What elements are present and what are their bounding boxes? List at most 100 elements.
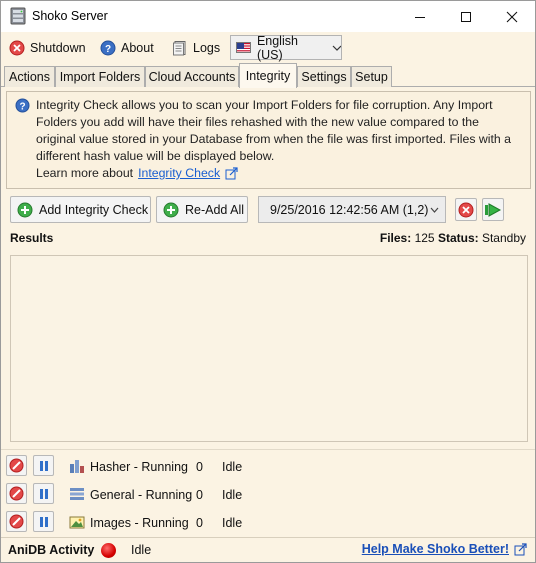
images-icon	[69, 514, 85, 533]
status-bar: AniDB Activity Idle Help Make Shoko Bett…	[1, 537, 535, 562]
results-label: Results	[10, 231, 54, 245]
main-window: Shoko Server Shutdown ? About Logs Engli…	[0, 0, 536, 563]
queue-name: Hasher - Running	[90, 460, 188, 474]
info-panel: ? Integrity Check allows you to scan you…	[6, 91, 531, 189]
queue-row-general: General - Running 0 Idle	[1, 481, 535, 507]
add-integrity-check-label: Add Integrity Check	[39, 202, 149, 217]
files-label: Files:	[379, 231, 412, 245]
files-count: 125	[414, 231, 435, 245]
start-check-button[interactable]	[482, 198, 504, 221]
info-description: Integrity Check allows you to scan your …	[36, 98, 512, 163]
tab-cloud-accounts[interactable]: Cloud Accounts	[145, 66, 239, 87]
learn-more-prefix: Learn more about	[36, 166, 134, 180]
minimize-button[interactable]	[397, 1, 443, 32]
stop-icon	[9, 514, 24, 529]
language-value: English (US)	[256, 33, 298, 62]
integrity-check-link[interactable]: Integrity Check	[138, 166, 220, 180]
logs-icon	[173, 41, 186, 56]
chevron-down-icon	[332, 45, 341, 51]
stop-queue-button[interactable]	[6, 511, 27, 532]
tab-label: Cloud Accounts	[148, 70, 236, 84]
queue-row-images: Images - Running 0 Idle	[1, 509, 535, 535]
shutdown-icon	[9, 40, 25, 56]
pause-queue-button[interactable]	[33, 455, 54, 476]
queue-count: 0	[196, 488, 203, 502]
general-queue-icon	[69, 486, 85, 505]
minimize-icon	[415, 16, 425, 18]
shutdown-button[interactable]: Shutdown	[9, 38, 86, 58]
anidb-status-indicator-icon	[101, 543, 116, 558]
pause-queue-button[interactable]	[33, 483, 54, 504]
title-bar[interactable]: Shoko Server	[1, 1, 535, 32]
selected-integrity-check: 9/25/2016 12:42:56 AM (1,2)	[270, 202, 429, 217]
results-list[interactable]	[10, 255, 528, 442]
window-title: Shoko Server	[32, 9, 108, 23]
tab-setup[interactable]: Setup	[351, 66, 392, 87]
queue-count: 0	[196, 516, 203, 530]
add-icon	[17, 202, 33, 217]
tab-label: Settings	[301, 70, 347, 84]
tab-import-folders[interactable]: Import Folders	[55, 66, 145, 87]
queue-state: Idle	[222, 516, 243, 530]
svg-text:?: ?	[19, 101, 25, 112]
logs-label: Logs	[193, 41, 221, 55]
tab-bar: Actions Import Folders Cloud Accounts In…	[1, 63, 535, 88]
re-add-all-label: Re-Add All	[185, 202, 245, 217]
close-button[interactable]	[489, 1, 535, 32]
logs-button[interactable]: Logs	[172, 38, 220, 58]
help-link-label: Help Make Shoko Better!	[361, 542, 509, 556]
add-icon	[163, 202, 179, 217]
queue-name: General - Running	[90, 488, 193, 502]
tab-label: Import Folders	[59, 70, 141, 84]
tab-label: Integrity	[245, 69, 291, 83]
pause-icon	[39, 488, 48, 499]
maximize-icon	[461, 11, 471, 22]
stop-queue-button[interactable]	[6, 455, 27, 476]
tab-integrity[interactable]: Integrity	[239, 63, 297, 88]
stop-icon	[9, 486, 24, 501]
queue-panel: Hasher - Running 0 Idle General - Runnin…	[1, 449, 535, 535]
status-label: Status:	[437, 231, 479, 245]
app-icon	[10, 7, 26, 25]
play-icon	[485, 202, 502, 217]
about-label: About	[121, 41, 154, 55]
stop-icon	[9, 458, 24, 473]
learn-more: Learn more about Integrity Check	[36, 166, 238, 180]
anidb-activity-state: Idle	[131, 543, 152, 557]
queue-state: Idle	[222, 488, 243, 502]
stop-icon	[458, 202, 474, 217]
about-button[interactable]: ? About	[100, 38, 154, 58]
queue-state: Idle	[222, 460, 243, 474]
integrity-check-select[interactable]: 9/25/2016 12:42:56 AM (1,2)	[258, 196, 446, 223]
anidb-activity-label: AniDB Activity	[8, 543, 95, 557]
queue-row-hasher: Hasher - Running 0 Idle	[1, 453, 535, 479]
shutdown-label: Shutdown	[30, 41, 86, 55]
external-link-icon	[514, 542, 527, 555]
us-flag-icon	[236, 42, 251, 53]
chevron-down-icon	[430, 207, 439, 213]
maximize-button[interactable]	[443, 1, 489, 32]
results-stats: Files: 125 Status: Standby	[380, 231, 526, 245]
add-integrity-check-button[interactable]: Add Integrity Check	[10, 196, 151, 223]
svg-text:?: ?	[105, 44, 111, 55]
queue-count: 0	[196, 460, 203, 474]
queue-name: Images - Running	[90, 516, 189, 530]
pause-icon	[39, 516, 48, 527]
tab-actions[interactable]: Actions	[4, 66, 55, 87]
toolbar: Shutdown ? About Logs English (US)	[1, 32, 535, 63]
tab-label: Actions	[9, 70, 50, 84]
pause-queue-button[interactable]	[33, 511, 54, 532]
stop-check-button[interactable]	[455, 198, 477, 221]
tab-label: Setup	[355, 70, 388, 84]
hasher-icon	[69, 458, 85, 477]
language-select[interactable]: English (US)	[230, 33, 342, 62]
external-link-icon[interactable]	[225, 166, 238, 180]
stop-queue-button[interactable]	[6, 483, 27, 504]
pause-icon	[39, 460, 48, 471]
re-add-all-button[interactable]: Re-Add All	[156, 196, 248, 223]
help-icon: ?	[15, 98, 30, 116]
status-value: Standby	[481, 231, 526, 245]
close-icon	[506, 11, 518, 22]
tab-settings[interactable]: Settings	[297, 66, 351, 87]
help-make-shoko-better-link[interactable]: Help Make Shoko Better!	[362, 542, 527, 556]
